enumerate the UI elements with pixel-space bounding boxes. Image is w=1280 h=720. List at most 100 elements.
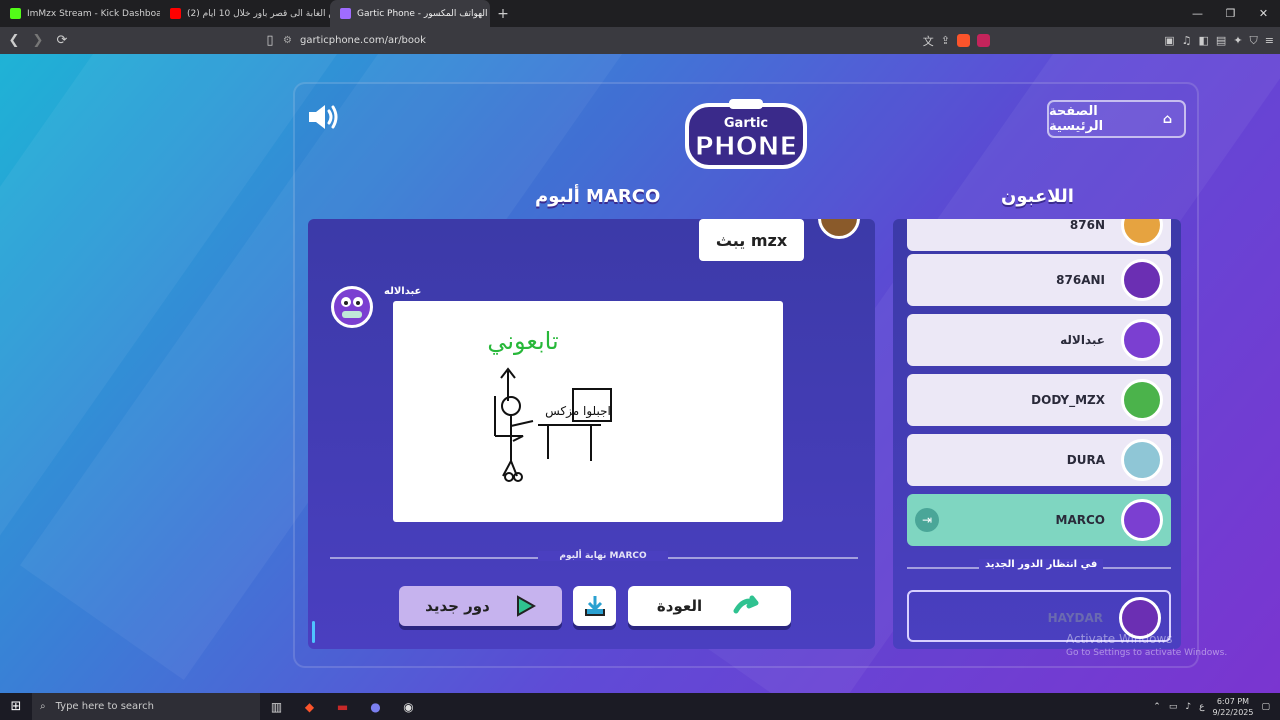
back-button[interactable]: العودة xyxy=(628,586,791,626)
window-close-button[interactable]: ✕ xyxy=(1247,0,1280,27)
logo-text-top: Gartic xyxy=(724,116,768,131)
avatar xyxy=(818,219,860,239)
album-scrollbar[interactable] xyxy=(312,621,315,643)
monster-face-icon xyxy=(341,297,363,318)
clock-date: 9/22/2025 xyxy=(1212,707,1254,717)
vpn-icon[interactable]: ⛉ xyxy=(1250,34,1258,48)
players-title: اللاعبون xyxy=(1001,186,1074,207)
player-name: MARCO xyxy=(1055,513,1105,527)
site-info-icon[interactable]: ⚙ xyxy=(283,35,292,46)
player-item-active: ⇥ MARCO xyxy=(907,494,1171,546)
sound-icon[interactable] xyxy=(306,102,342,132)
player-item: 876ANI xyxy=(907,254,1171,306)
activate-windows-watermark: Activate Windows Go to Settings to activ… xyxy=(1066,632,1227,660)
restore-button[interactable]: ❐ xyxy=(1214,0,1247,27)
player-name: 876N xyxy=(1069,219,1105,232)
app-taskbar-icon[interactable]: ▬ xyxy=(326,700,359,714)
drawing-screen-text: اجبلوا مزكس xyxy=(545,404,611,419)
new-round-button[interactable]: دور جديد xyxy=(399,586,562,626)
end-album-label: نهاية ألبوم MARCO xyxy=(538,551,668,561)
gartic-icon xyxy=(340,8,351,19)
player-name: DURA xyxy=(1066,453,1105,467)
tray-arrow-icon[interactable]: ⌃ xyxy=(1153,702,1161,712)
home-button[interactable]: الصفحة الرئيسية ⌂ xyxy=(1047,100,1186,138)
new-tab-button[interactable]: + xyxy=(490,6,516,22)
watermark-line2: Go to Settings to activate Windows. xyxy=(1066,648,1228,658)
player-item: DODY_MZX xyxy=(907,374,1171,426)
brave-taskbar-icon[interactable]: ◆ xyxy=(293,700,326,714)
prompt-bubble: يبث mzx xyxy=(699,219,804,261)
waiting-label: في انتظار الدور الجديد xyxy=(979,559,1104,570)
notification-icon[interactable]: ▢ xyxy=(1261,702,1270,712)
gartic-phone-logo: Gartic PHONE xyxy=(685,99,807,169)
obs-taskbar-icon[interactable]: ◉ xyxy=(392,700,425,714)
address-bar: ❮ ❯ ⟳ ▯ ⚙ garticphone.com/ar/book 文 ⇪ ▣ … xyxy=(0,27,1280,54)
media-icon[interactable]: ♫ xyxy=(1182,34,1192,47)
volume-icon[interactable]: ♪ xyxy=(1185,702,1191,712)
taskbar-search[interactable]: ⌕ Type here to search xyxy=(32,693,260,720)
share-icon[interactable]: ⇪ xyxy=(941,34,950,47)
new-round-label: دور جديد xyxy=(425,597,490,615)
player-item: DURA xyxy=(907,434,1171,486)
kick-icon xyxy=(10,8,21,19)
watermark-line1: Activate Windows xyxy=(1066,632,1173,646)
album-panel[interactable]: يبث mzx عبدالاله تابعوني اجبلوا مزكس نها… xyxy=(308,219,875,649)
taskbar-clock[interactable]: 6:07 PM 9/22/2025 xyxy=(1212,696,1253,718)
logo-text-main: PHONE xyxy=(695,132,797,162)
drawing-canvas: تابعوني اجبلوا مزكس xyxy=(393,301,783,522)
forward-nav-icon[interactable]: ❯ xyxy=(28,33,48,48)
player-name: عبدالاله xyxy=(1060,333,1105,347)
task-view-icon[interactable]: ▥ xyxy=(260,700,293,714)
tab-gartic[interactable]: Gartic Phone - لعبة الهواتف المكسور ✕ xyxy=(330,0,490,27)
tab-label: (2) من الغابة الى قصر باور خلال 10 ايام xyxy=(187,8,330,19)
search-placeholder: Type here to search xyxy=(55,701,154,712)
player-avatar xyxy=(1121,439,1163,481)
windows-taskbar: ⊞ ⌕ Type here to search ▥ ◆ ▬ ● ◉ ⌃ ▭ ♪ … xyxy=(0,693,1280,720)
album-title: ألبوم MARCO xyxy=(535,186,661,207)
leave-icon[interactable]: ⇥ xyxy=(915,508,939,532)
url-field[interactable]: ⚙ garticphone.com/ar/book xyxy=(255,30,1005,51)
players-panel[interactable]: 876N 876ANI عبدالاله DODY_MZX DURA ⇥ MAR… xyxy=(893,219,1181,649)
minimize-button[interactable]: — xyxy=(1181,0,1214,27)
wallet-icon[interactable]: ▤ xyxy=(1216,34,1226,47)
stick-figure-drawing: تابعوني اجبلوا مزكس xyxy=(487,327,612,482)
download-icon xyxy=(584,596,605,616)
player-item: عبدالاله xyxy=(907,314,1171,366)
tab-youtube[interactable]: (2) من الغابة الى قصر باور خلال 10 ايام xyxy=(160,0,330,27)
player-avatar xyxy=(1121,259,1163,301)
player-avatar xyxy=(1121,319,1163,361)
play-icon xyxy=(516,595,536,617)
leo-icon[interactable]: ✦ xyxy=(1233,34,1242,47)
player-name: DODY_MZX xyxy=(1031,393,1105,407)
sidebar-icon[interactable]: ▣ xyxy=(1164,34,1174,47)
windows-start-icon[interactable]: ⊞ xyxy=(0,699,32,714)
translate-icon[interactable]: 文 xyxy=(923,33,934,49)
return-arrow-icon xyxy=(733,595,759,614)
brave-shield-icon[interactable] xyxy=(957,34,970,47)
player-avatar xyxy=(1121,219,1163,246)
reading-icon[interactable]: ◧ xyxy=(1199,34,1209,47)
player-item: 876N xyxy=(907,219,1171,251)
player-avatar xyxy=(1121,499,1163,541)
url-text: garticphone.com/ar/book xyxy=(299,35,426,46)
author-avatar xyxy=(331,286,373,328)
menu-icon[interactable]: ≡ xyxy=(1265,34,1274,47)
discord-taskbar-icon[interactable]: ● xyxy=(359,700,392,714)
network-icon[interactable]: ▭ xyxy=(1169,702,1178,712)
language-indicator[interactable]: ع xyxy=(1199,702,1204,712)
download-button[interactable] xyxy=(573,586,616,626)
tab-label: Gartic Phone - لعبة الهواتف المكسور xyxy=(357,8,490,19)
home-icon: ⌂ xyxy=(1162,111,1172,127)
home-label: الصفحة الرئيسية xyxy=(1049,104,1104,134)
browser-tab-bar: ImMzx Stream - Kick Dashboard (2) من الغ… xyxy=(0,0,1280,27)
drawing-text: تابعوني xyxy=(487,327,558,355)
player-name: 876ANI xyxy=(1056,273,1105,287)
back-nav-icon[interactable]: ❮ xyxy=(4,33,24,48)
tab-kick[interactable]: ImMzx Stream - Kick Dashboard xyxy=(0,0,160,27)
search-icon: ⌕ xyxy=(40,701,46,712)
brave-rewards-icon[interactable] xyxy=(977,34,990,47)
player-avatar xyxy=(1121,379,1163,421)
reload-icon[interactable]: ⟳ xyxy=(52,33,72,48)
game-page: Gartic PHONE الصفحة الرئيسية ⌂ ألبوم MAR… xyxy=(0,54,1280,693)
tab-label: ImMzx Stream - Kick Dashboard xyxy=(27,8,160,19)
